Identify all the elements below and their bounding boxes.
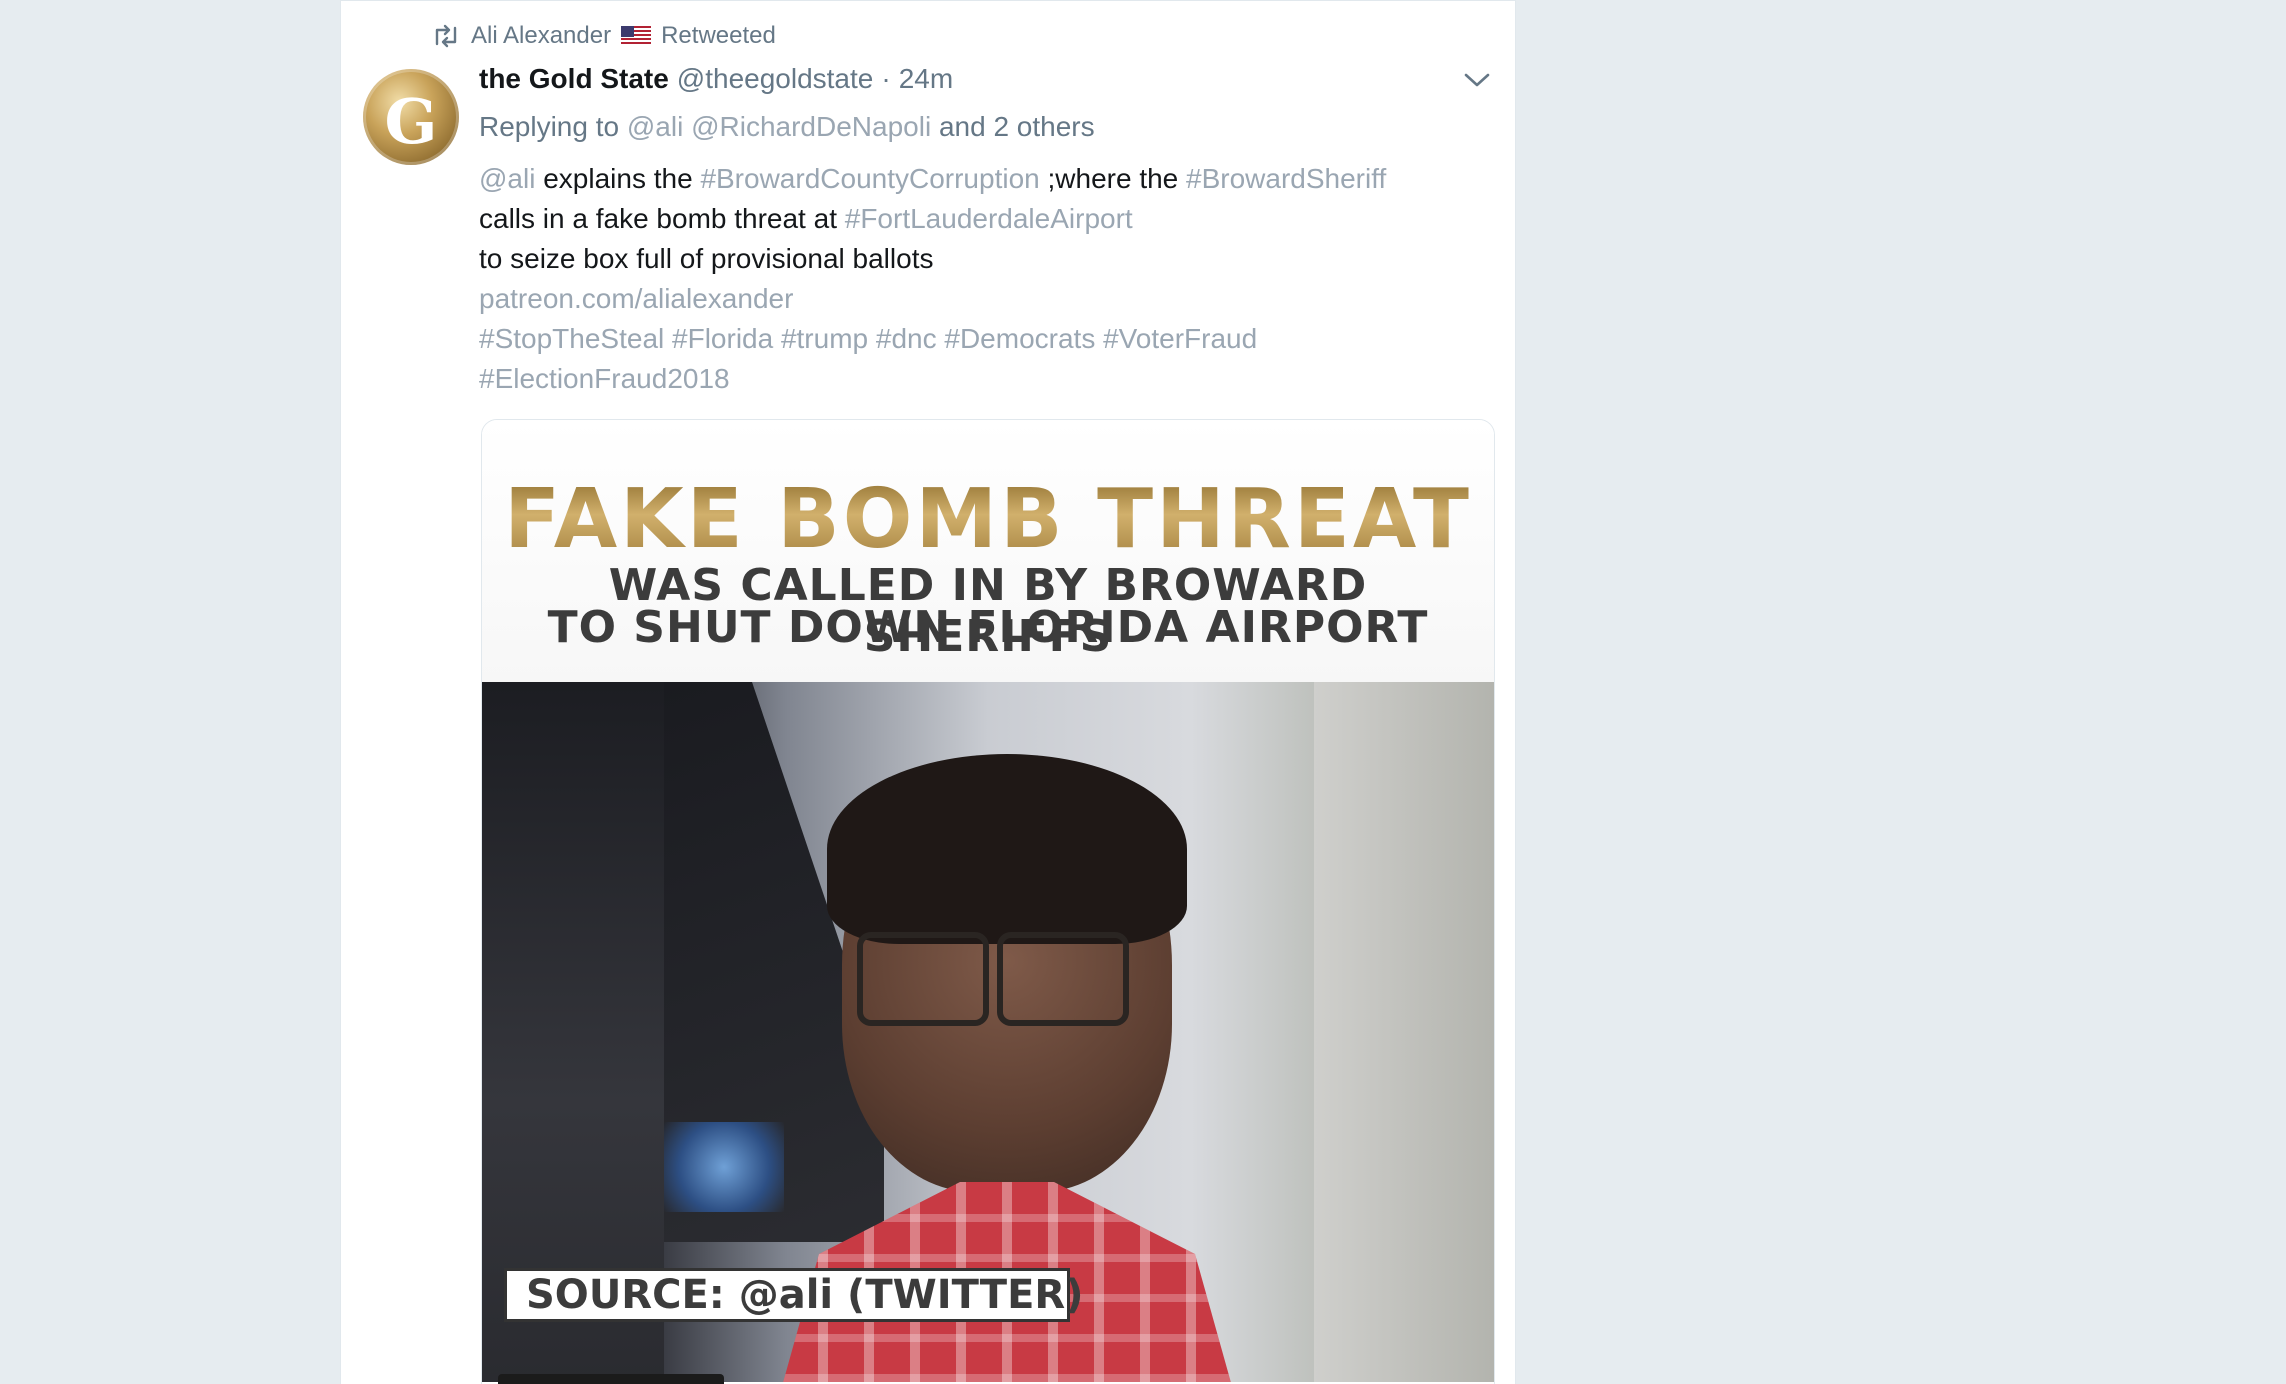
video-background [1314, 682, 1494, 1382]
replying-to-prefix: Replying to [479, 111, 620, 142]
retweet-context: Ali Alexander Retweeted [431, 19, 776, 53]
avatar-letter: G [384, 85, 438, 158]
body-line-1: @ali explains the #BrowardCountyCorrupti… [479, 159, 1386, 199]
video-time-badge [498, 1374, 724, 1384]
patreon-link[interactable]: patreon.com/alialexander [479, 279, 1386, 319]
reply-mention-richard[interactable]: @RichardDeNapoli [691, 111, 931, 142]
chevron-down-icon[interactable] [1463, 71, 1491, 94]
retweet-icon [431, 24, 461, 48]
video-title-card: FAKE BOMB THREAT WAS CALLED IN BY BROWAR… [482, 420, 1494, 682]
separator-dot: · [881, 63, 891, 94]
retweeted-label: Retweeted [661, 22, 776, 49]
body-text-segment: calls in a fake bomb threat at [479, 203, 845, 234]
headline-fake-bomb-threat: FAKE BOMB THREAT [482, 472, 1494, 567]
hashtag-link[interactable]: #BrowardCountyCorruption [700, 163, 1039, 194]
body-line-2: calls in a fake bomb threat at #FortLaud… [479, 199, 1386, 239]
user-handle[interactable]: @theegoldstate [677, 63, 874, 95]
display-name[interactable]: the Gold State [479, 63, 669, 95]
body-text-segment: explains the [535, 163, 701, 194]
video-media[interactable]: FAKE BOMB THREAT WAS CALLED IN BY BROWAR… [481, 419, 1495, 1384]
us-flag-icon [621, 26, 652, 46]
glasses-icon [997, 932, 1129, 1026]
reply-mention-ali[interactable]: @ali [627, 111, 683, 142]
source-label: SOURCE: @ali (TWITTER) [504, 1268, 1084, 1322]
body-text-segment: ;where the [1039, 163, 1187, 194]
avatar[interactable]: G [363, 69, 459, 165]
hashtag-election-fraud[interactable]: #ElectionFraud2018 [479, 359, 1386, 399]
glasses-icon [857, 932, 989, 1026]
hashtag-link[interactable]: #FortLauderdaleAirport [845, 203, 1133, 234]
mention-link[interactable]: @ali [479, 163, 535, 194]
retweeter-name[interactable]: Ali Alexander [471, 22, 611, 50]
hashtag-list[interactable]: #StopTheSteal #Florida #trump #dnc #Demo… [479, 319, 1386, 359]
hashtag-link[interactable]: #BrowardSheriff [1186, 163, 1386, 194]
video-background [664, 1122, 784, 1212]
replying-to-line: Replying to @ali @RichardDeNapoli and 2 … [479, 111, 1095, 143]
reply-others[interactable]: and 2 others [939, 111, 1095, 142]
body-line-3: to seize box full of provisional ballots [479, 243, 934, 274]
tweet-card[interactable]: Ali Alexander Retweeted G the Gold State… [340, 0, 1516, 1384]
tweet-timestamp[interactable]: 24m [899, 63, 953, 95]
person-hair [827, 754, 1187, 944]
tweet-header: the Gold State @theegoldstate · 24m [479, 63, 953, 103]
tweet-body: @ali explains the #BrowardCountyCorrupti… [479, 159, 1386, 399]
headline-sub-2: TO SHUT DOWN FLORIDA AIRPORT [547, 602, 1429, 653]
